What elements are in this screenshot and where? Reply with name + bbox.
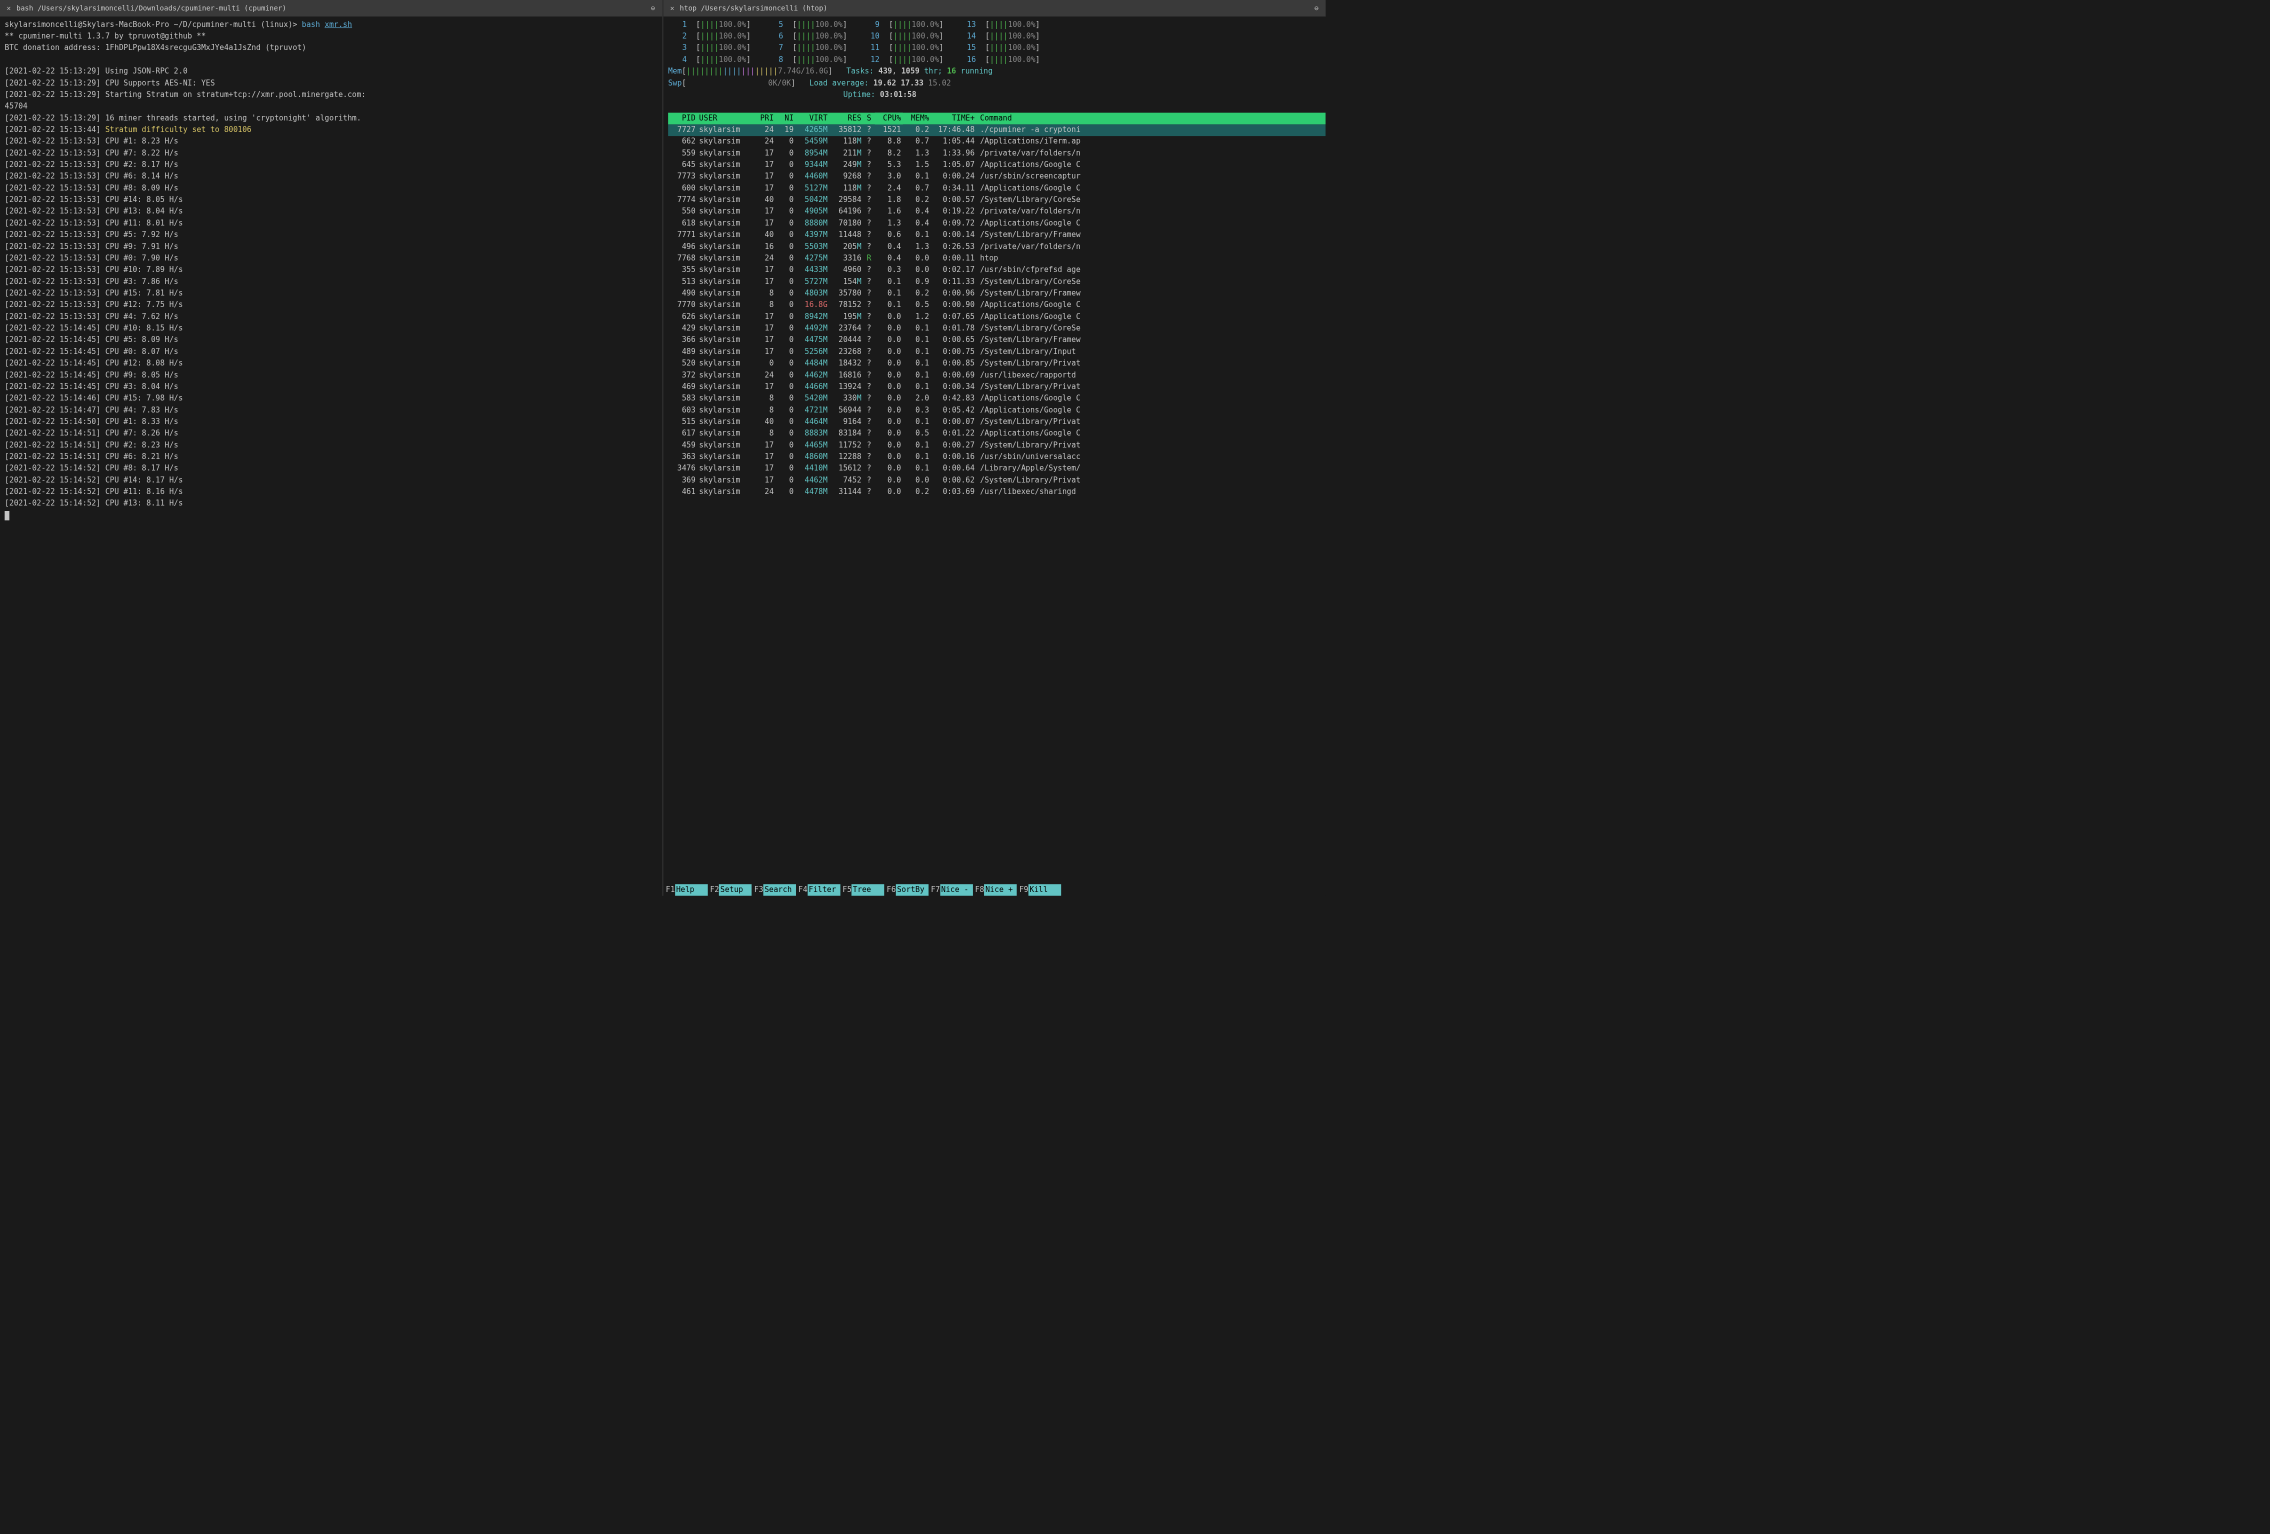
process-row[interactable]: 355skylarsim1704433M4960?0.30.00:02.17/u… <box>668 265 1326 277</box>
process-row[interactable]: 469skylarsim1704466M13924?0.00.10:00.34/… <box>668 381 1326 393</box>
process-row[interactable]: 600skylarsim1705127M118M?2.40.70:34.11/A… <box>668 183 1326 195</box>
fkey-nice -[interactable]: F7Nice - <box>929 884 973 896</box>
fkey-kill[interactable]: F9Kill <box>1017 884 1061 896</box>
right-tab-title: htop /Users/skylarsimoncelli (htop) <box>680 4 828 12</box>
left-pane: ✕ bash /Users/skylarsimoncelli/Downloads… <box>0 0 663 896</box>
left-tab-title: bash /Users/skylarsimoncelli/Downloads/c… <box>16 4 286 12</box>
process-row[interactable]: 603skylarsim804721M56944?0.00.30:05.42/A… <box>668 405 1326 417</box>
left-terminal[interactable]: skylarsimoncelli@Skylars-MacBook-Pro ~/D… <box>0 17 662 896</box>
htop-terminal[interactable]: 1 [||||100.0%] 5 [||||100.0%] 9 [||||100… <box>663 17 1325 896</box>
fkey-setup[interactable]: F2Setup <box>708 884 752 896</box>
process-row[interactable]: 513skylarsim1705727M154M?0.10.90:11.33/S… <box>668 276 1326 288</box>
process-row[interactable]: 372skylarsim2404462M16816?0.00.10:00.69/… <box>668 370 1326 382</box>
close-icon[interactable]: ✕ <box>668 4 676 12</box>
htop-fkeys: F1HelpF2SetupF3SearchF4FilterF5TreeF6Sor… <box>663 884 1325 896</box>
left-tab-bar: ✕ bash /Users/skylarsimoncelli/Downloads… <box>0 0 662 17</box>
process-row[interactable]: 550skylarsim1704905M64196?1.60.40:19.22/… <box>668 206 1326 218</box>
process-row[interactable]: 617skylarsim808883M83184?0.00.50:01.22/A… <box>668 428 1326 440</box>
settings-icon[interactable]: ⊖ <box>648 4 657 13</box>
fkey-nice +[interactable]: F8Nice + <box>973 884 1017 896</box>
process-row[interactable]: 583skylarsim805420M330M?0.02.00:42.83/Ap… <box>668 393 1326 405</box>
process-row[interactable]: 490skylarsim804803M35780?0.10.20:00.96/S… <box>668 288 1326 300</box>
process-row[interactable]: 662skylarsim2405459M118M?8.80.71:05.44/A… <box>668 136 1326 148</box>
close-icon[interactable]: ✕ <box>5 4 13 12</box>
settings-icon[interactable]: ⊖ <box>1312 4 1321 13</box>
process-row[interactable]: 7770skylarsim8016.8G78152?0.10.50:00.90/… <box>668 300 1326 312</box>
process-row[interactable]: 461skylarsim2404478M31144?0.00.20:03.69/… <box>668 486 1326 498</box>
process-row[interactable]: 7771skylarsim4004397M11448?0.60.10:00.14… <box>668 230 1326 242</box>
right-pane: ✕ htop /Users/skylarsimoncelli (htop) ⊖ … <box>663 0 1325 896</box>
fkey-tree[interactable]: F5Tree <box>840 884 884 896</box>
process-row[interactable]: 618skylarsim1708880M70180?1.30.40:09.72/… <box>668 218 1326 230</box>
process-row[interactable]: 7727skylarsim24194265M35812?15210.217:46… <box>668 124 1326 136</box>
fkey-search[interactable]: F3Search <box>752 884 796 896</box>
process-row[interactable]: 626skylarsim1708942M195M?0.01.20:07.65/A… <box>668 311 1326 323</box>
process-row[interactable]: 489skylarsim1705256M23268?0.00.10:00.75/… <box>668 346 1326 358</box>
process-row[interactable]: 7768skylarsim2404275M3316R0.40.00:00.11h… <box>668 253 1326 265</box>
process-row[interactable]: 459skylarsim1704465M11752?0.00.10:00.27/… <box>668 440 1326 452</box>
process-row[interactable]: 645skylarsim1709344M249M?5.31.51:05.07/A… <box>668 159 1326 171</box>
process-row[interactable]: 369skylarsim1704462M7452?0.00.00:00.62/S… <box>668 475 1326 487</box>
process-row[interactable]: 559skylarsim1708954M211M?8.21.31:33.96/p… <box>668 148 1326 160</box>
process-row[interactable]: 496skylarsim1605503M205M?0.41.30:26.53/p… <box>668 241 1326 253</box>
process-row[interactable]: 363skylarsim1704860M12288?0.00.10:00.16/… <box>668 451 1326 463</box>
process-row[interactable]: 3476skylarsim1704410M15612?0.00.10:00.64… <box>668 463 1326 475</box>
fkey-filter[interactable]: F4Filter <box>796 884 840 896</box>
right-tab-bar: ✕ htop /Users/skylarsimoncelli (htop) ⊖ <box>663 0 1325 17</box>
process-row[interactable]: 520skylarsim004484M18432?0.00.10:00.85/S… <box>668 358 1326 370</box>
fkey-sortby[interactable]: F6SortBy <box>884 884 928 896</box>
process-row[interactable]: 7774skylarsim4005042M29584?1.80.20:00.57… <box>668 194 1326 206</box>
process-row[interactable]: 366skylarsim1704475M20444?0.00.10:00.65/… <box>668 335 1326 347</box>
process-row[interactable]: 515skylarsim4004464M9164?0.00.10:00.07/S… <box>668 416 1326 428</box>
fkey-help[interactable]: F1Help <box>663 884 707 896</box>
process-row[interactable]: 7773skylarsim1704460M9268?3.00.10:00.24/… <box>668 171 1326 183</box>
htop-header[interactable]: PIDUSERPRINIVIRTRESSCPU%MEM%TIME+Command <box>668 113 1326 125</box>
process-row[interactable]: 429skylarsim1704492M23764?0.00.10:01.78/… <box>668 323 1326 335</box>
